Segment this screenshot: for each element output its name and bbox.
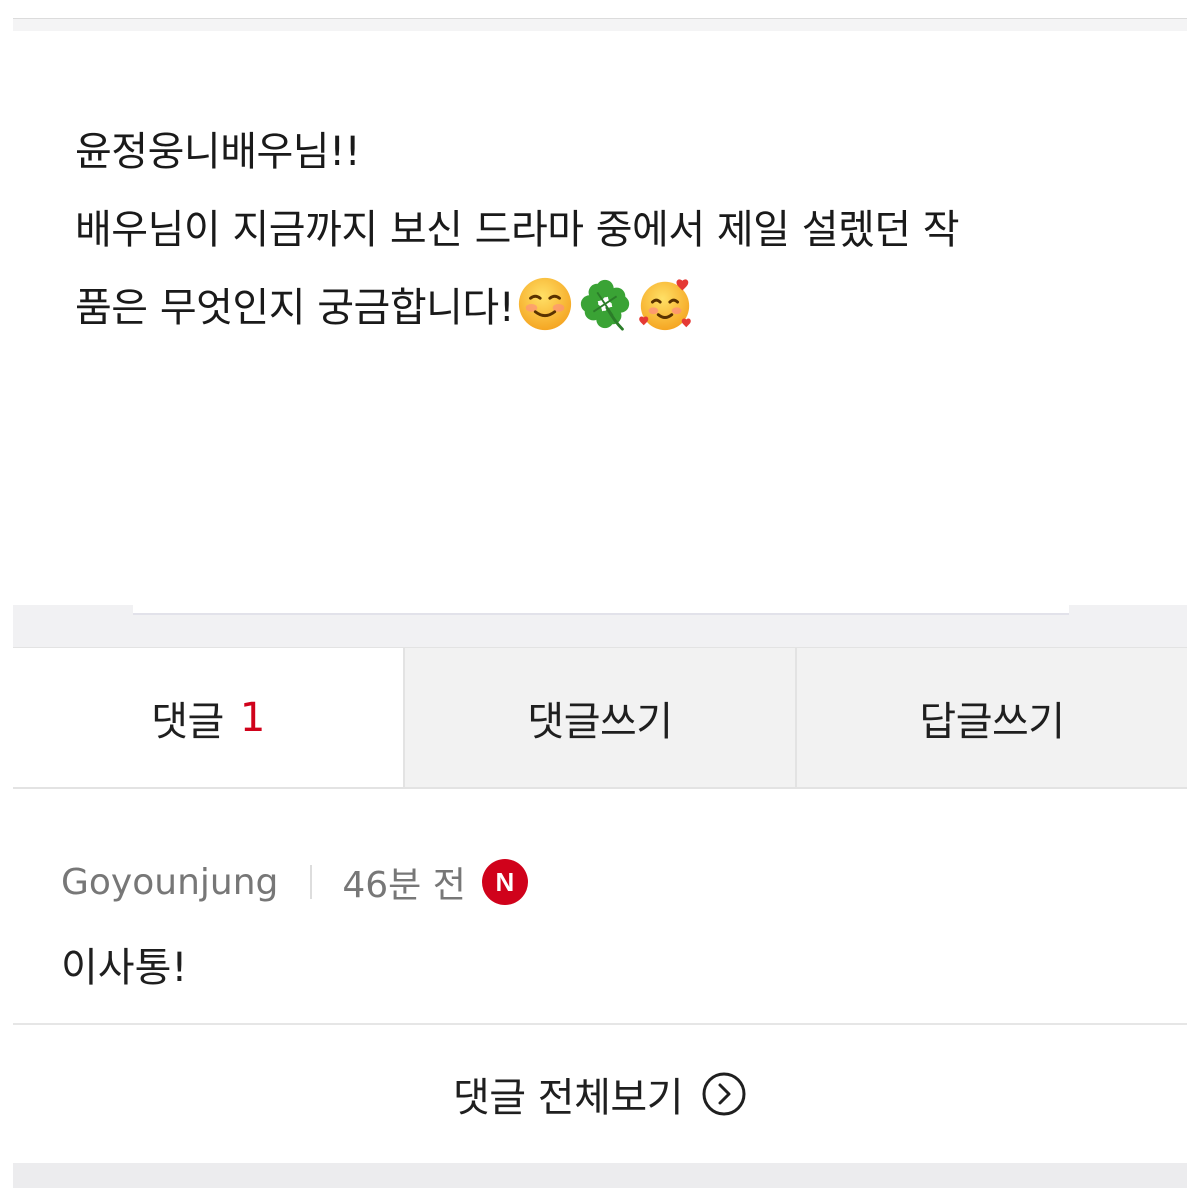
tab-write-reply[interactable]: 답글쓰기 — [795, 648, 1187, 787]
post-line-3-text: 품은 무엇인지 궁금합니다! — [75, 285, 515, 331]
smiling-face-with-hearts-icon — [639, 279, 692, 331]
bottom-separator — [13, 1163, 1187, 1188]
comment-author[interactable]: Goyounjung — [61, 862, 278, 903]
meta-divider — [310, 865, 313, 899]
app-frame: 윤정웅니배우님!! 배우님이 지금까지 보신 드라마 중에서 제일 설렜던 작 … — [13, 18, 1187, 1188]
tab-comments[interactable]: 댓글 1 — [13, 648, 403, 787]
post-card-edge — [133, 605, 1069, 615]
four-leaf-clover-icon — [581, 279, 630, 331]
smiling-face-icon — [519, 277, 572, 331]
post-line-1: 윤정웅니배우님!! — [75, 129, 361, 175]
post-line-3: 품은 무엇인지 궁금합니다! — [75, 269, 1145, 347]
post-line-2: 배우님이 지금까지 보신 드라마 중에서 제일 설렜던 작 — [75, 207, 960, 253]
top-separator — [13, 18, 1187, 31]
comment-meta: Goyounjung 46분 전 N — [61, 857, 528, 907]
comment-tabs: 댓글 1 댓글쓰기 답글쓰기 — [13, 647, 1187, 789]
comment-item: Goyounjung 46분 전 N 이사통! — [13, 789, 1187, 1025]
comment-count: 1 — [239, 694, 265, 741]
tab-write-comment-label: 댓글쓰기 — [527, 698, 673, 745]
view-all-comments-button[interactable]: 댓글 전체보기 — [13, 1025, 1187, 1163]
comment-text: 이사통! — [61, 945, 188, 991]
chevron-right-circle-icon — [702, 1072, 746, 1116]
comment-time: 46분 전 — [342, 865, 466, 906]
post-content: 윤정웅니배우님!! 배우님이 지금까지 보신 드라마 중에서 제일 설렜던 작 … — [13, 31, 1187, 605]
tab-write-reply-label: 답글쓰기 — [919, 698, 1065, 745]
tab-comments-label: 댓글 — [151, 698, 224, 745]
tab-write-comment[interactable]: 댓글쓰기 — [403, 648, 795, 787]
view-all-label: 댓글 전체보기 — [452, 1075, 684, 1121]
new-badge: N — [481, 859, 528, 905]
post-text: 윤정웅니배우님!! 배우님이 지금까지 보신 드라마 중에서 제일 설렜던 작 … — [75, 113, 1145, 347]
